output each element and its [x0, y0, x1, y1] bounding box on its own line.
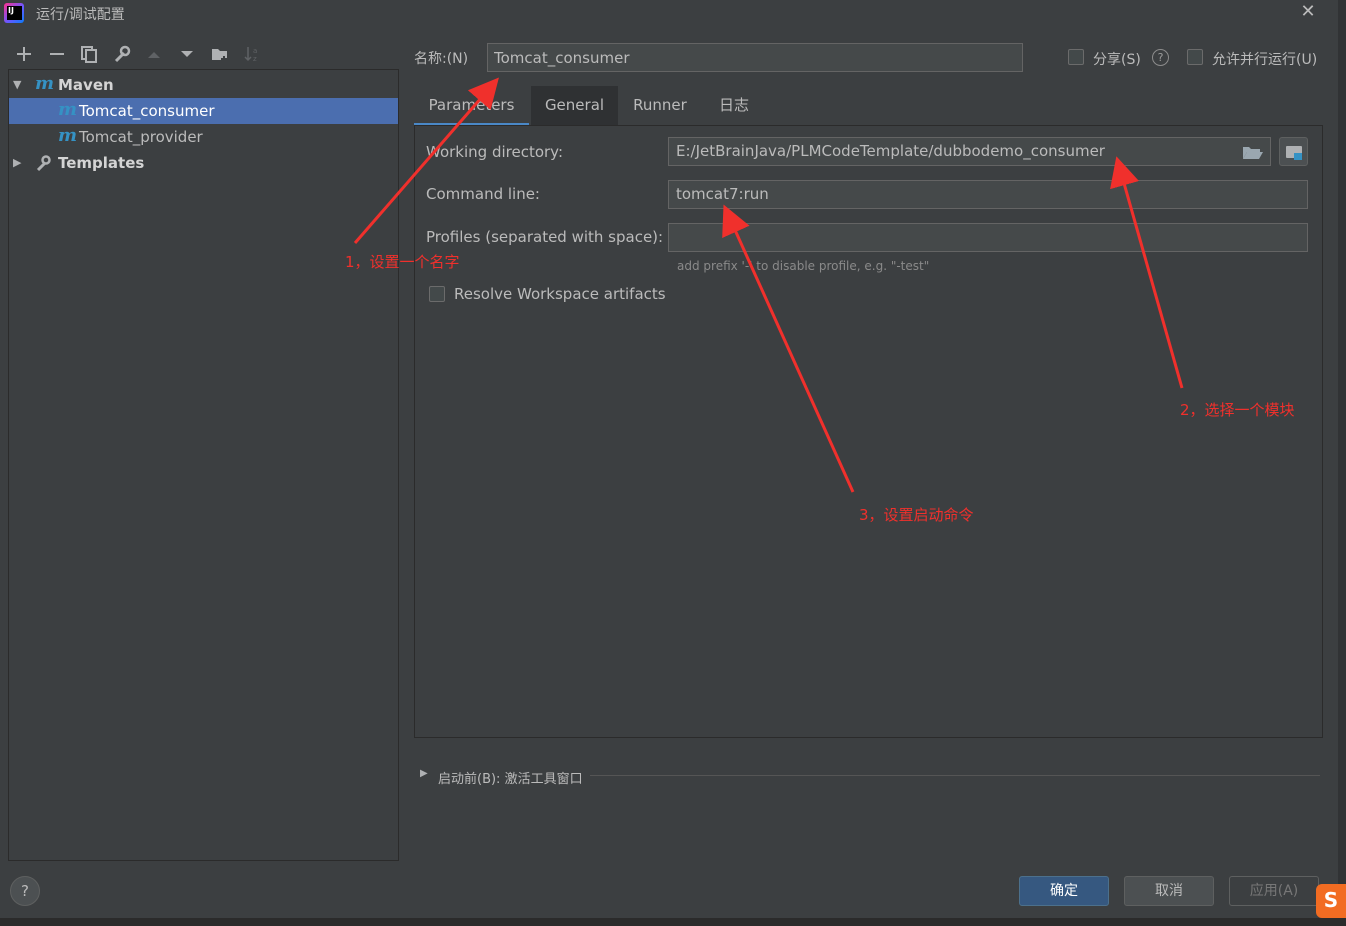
annotation-1: 1，设置一个名字: [345, 253, 460, 271]
annotation-2: 2，选择一个模块: [1180, 401, 1295, 419]
annotation-arrow-2: [1110, 156, 1184, 389]
annotation-arrow-3: [722, 204, 855, 493]
annotation-arrow-1: [353, 77, 499, 244]
annotation-3: 3，设置启动命令: [859, 506, 974, 524]
annotation-arrows: [353, 77, 1184, 493]
